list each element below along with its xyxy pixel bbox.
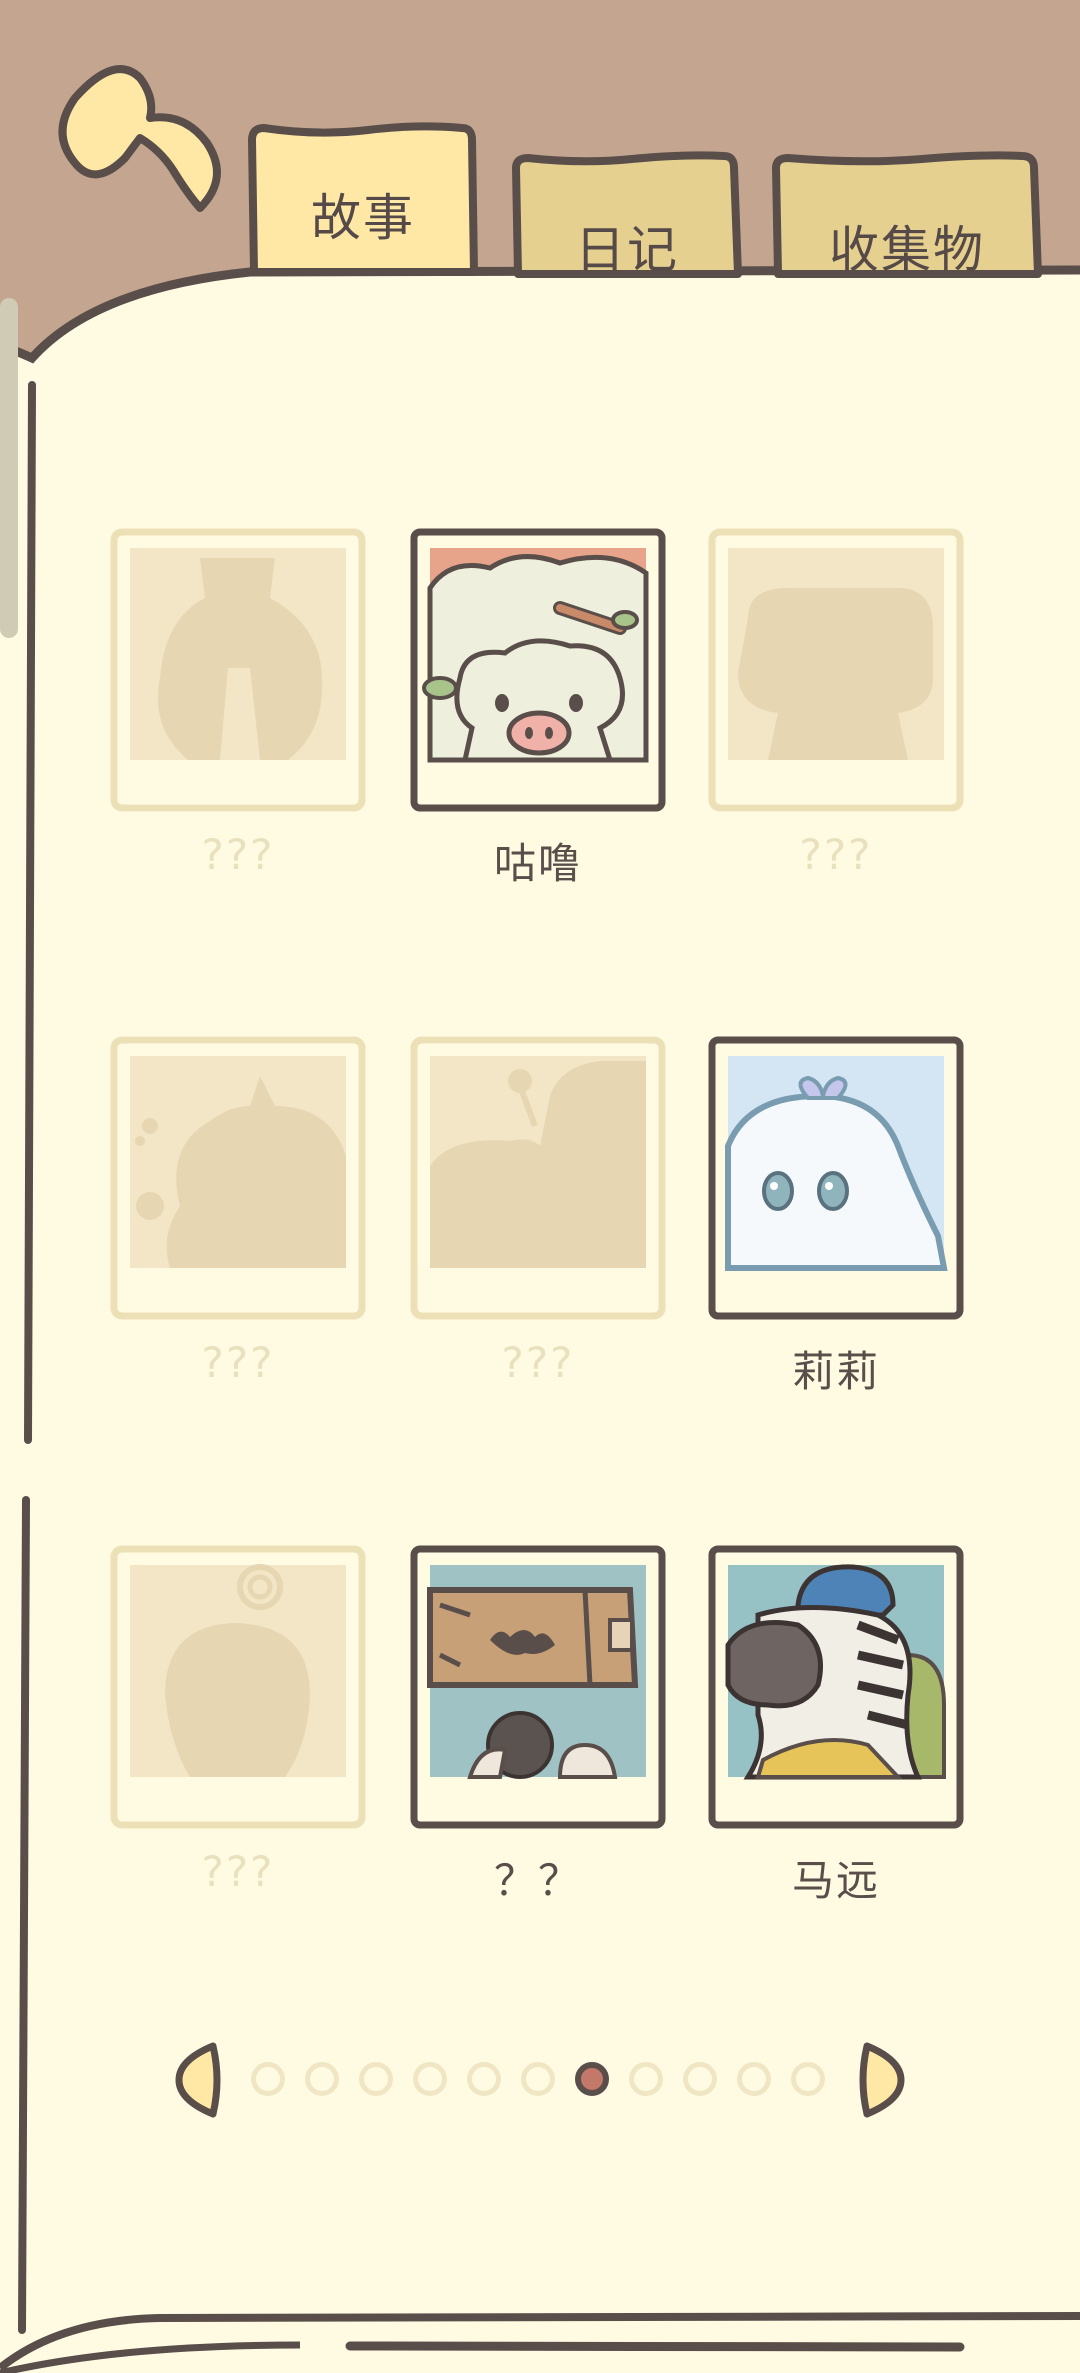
tab-collection-label: 收集物	[829, 221, 985, 279]
tab-collection[interactable]: 收集物	[772, 150, 1042, 280]
snail-silhouette-icon	[410, 1036, 666, 1320]
page-dot-10[interactable]	[737, 2062, 771, 2096]
tab-diary[interactable]: 日记	[512, 150, 742, 280]
back-button[interactable]	[55, 58, 235, 228]
character-name: ？？	[493, 1856, 582, 1905]
character-card-2[interactable]: 咕噜	[410, 528, 666, 888]
zebra-portrait-icon	[708, 1545, 964, 1829]
character-name: 莉莉	[791, 1347, 880, 1396]
character-name: ???	[501, 1338, 575, 1387]
page-dot-4[interactable]	[413, 2062, 447, 2096]
character-name: 马远	[791, 1856, 880, 1905]
character-card-3[interactable]: ???	[708, 528, 964, 879]
character-name: ???	[799, 830, 873, 879]
apple-silhouette-icon	[110, 1545, 366, 1829]
character-card-6[interactable]: 莉莉	[708, 1036, 964, 1396]
character-card-7[interactable]: ???	[110, 1545, 366, 1896]
ghost-portrait-icon	[708, 1036, 964, 1320]
character-name: 咕噜	[493, 839, 582, 888]
round-creature-silhouette-icon	[110, 1036, 366, 1320]
character-card-5[interactable]: ???	[410, 1036, 666, 1387]
page-dot-1[interactable]	[251, 2062, 285, 2096]
page-dot-8[interactable]	[629, 2062, 663, 2096]
character-name: ???	[201, 1338, 275, 1387]
page-dot-6[interactable]	[521, 2062, 555, 2096]
character-card-1[interactable]: ???	[110, 528, 366, 879]
box-creature-portrait-icon	[410, 1545, 666, 1829]
page-dot-5[interactable]	[467, 2062, 501, 2096]
page-dot-7[interactable]	[575, 2062, 609, 2096]
character-name: ???	[201, 1847, 275, 1896]
page-dot-9[interactable]	[683, 2062, 717, 2096]
character-card-9[interactable]: 马远	[708, 1545, 964, 1905]
pot-silhouette-icon	[110, 528, 366, 812]
tab-story[interactable]: 故事	[248, 120, 478, 280]
page-dot-3[interactable]	[359, 2062, 393, 2096]
page-dot-11[interactable]	[791, 2062, 825, 2096]
back-arrow-icon	[58, 65, 221, 212]
character-name: ???	[201, 830, 275, 879]
character-card-4[interactable]: ???	[110, 1036, 366, 1387]
cloud-silhouette-icon	[708, 528, 964, 812]
character-card-8[interactable]: ？？	[410, 1545, 666, 1905]
tab-diary-label: 日记	[575, 221, 679, 279]
page-dot-2[interactable]	[305, 2062, 339, 2096]
sheep-portrait-icon	[410, 528, 666, 812]
prev-page-button[interactable]	[175, 2040, 225, 2120]
next-page-button[interactable]	[855, 2040, 905, 2120]
tab-story-label: 故事	[311, 189, 415, 247]
